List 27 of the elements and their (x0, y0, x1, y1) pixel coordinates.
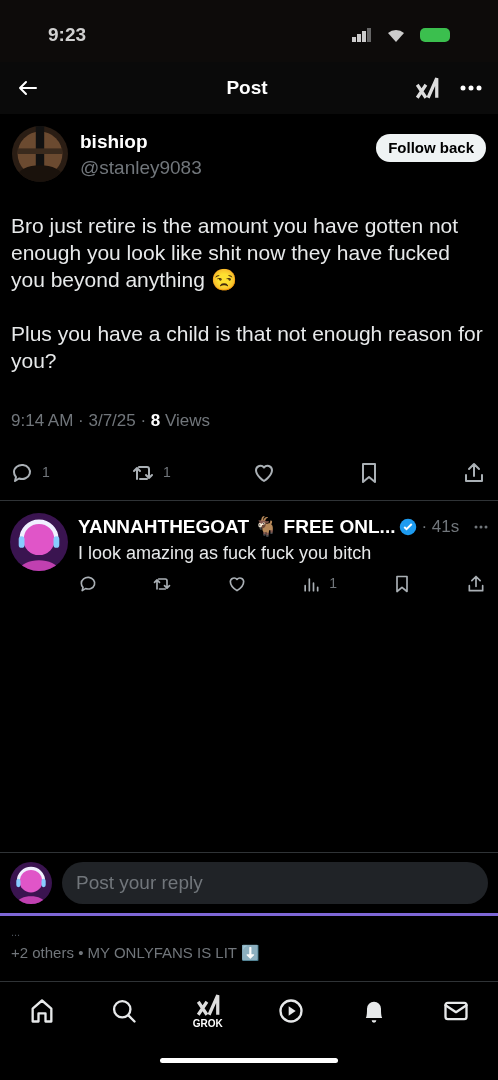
reply-text: I look amazing as fuck fuck you bitch (78, 542, 373, 565)
follow-back-button[interactable]: Follow back (376, 134, 486, 162)
reply-input-field[interactable]: Post your reply (62, 862, 488, 904)
signal-icon (352, 28, 372, 42)
author-handle: @stanley9083 (80, 156, 203, 180)
battery-icon (420, 28, 450, 42)
action-count: 1 (329, 574, 338, 593)
reply-author-name: YANNAHTHEGOAT 🐐 FREE ONL... (78, 514, 396, 539)
more-dots: ... (11, 926, 22, 938)
action-count: 1 (42, 463, 50, 482)
play-icon[interactable] (277, 997, 306, 1025)
participants-text: +2 others • MY ONLYFANS IS LIT ⬇ (11, 943, 261, 963)
grok-logo-icon[interactable] (194, 992, 221, 1018)
action-count: 1 (162, 463, 171, 482)
status-time: 9:23 (48, 22, 87, 47)
grok-logo-icon[interactable] (414, 75, 440, 101)
reply-time: · 41s (421, 516, 460, 538)
author-name: bishiop (80, 130, 149, 154)
share-icon[interactable] (466, 573, 486, 594)
grok-label: GROK (192, 1018, 223, 1030)
page-title: Post (226, 75, 268, 100)
search-icon[interactable] (110, 997, 139, 1025)
wifi-icon (388, 28, 404, 42)
post-text: Bro just retire is the amount you have gotten not enough you look like shit now they have fucked you beyond anything 😒 (11, 213, 460, 293)
more-icon[interactable] (460, 85, 482, 91)
post-text: Plus you have a child is that not enough reason for you? (11, 321, 484, 374)
post-meta: 9:14 AM · 3/7/25 · 8 Views (10, 410, 212, 432)
